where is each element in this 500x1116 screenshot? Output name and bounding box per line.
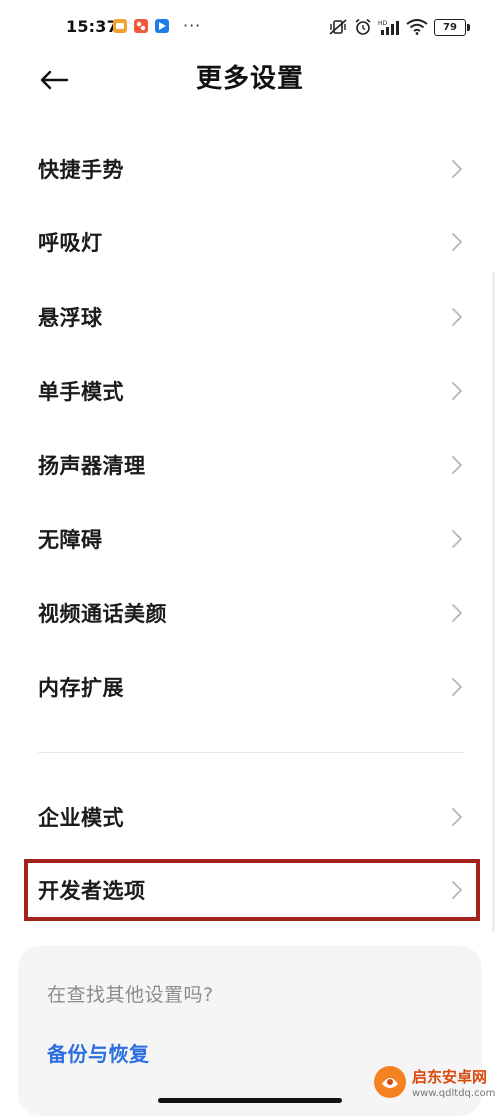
settings-item-label: 呼吸灯	[38, 231, 103, 255]
settings-item-label: 扬声器清理	[38, 454, 146, 478]
settings-item-video-call-beauty[interactable]: 视频通话美颜	[0, 578, 500, 648]
chevron-right-icon	[452, 678, 462, 696]
watermark-title: 启东安卓网	[412, 1068, 488, 1086]
chevron-right-icon	[452, 604, 462, 622]
chevron-right-icon	[452, 160, 462, 178]
page-title: 更多设置	[195, 64, 304, 94]
notification-app-icon	[155, 19, 169, 33]
chevron-right-icon	[452, 308, 462, 326]
battery-icon: 79	[434, 18, 470, 36]
notification-app-icon	[113, 19, 127, 33]
signal-icon: HD	[378, 20, 399, 35]
chevron-right-icon	[452, 456, 462, 474]
settings-item-label: 企业模式	[38, 806, 124, 830]
settings-item-memory-extension[interactable]: 内存扩展	[0, 652, 500, 722]
settings-item-label: 快捷手势	[38, 158, 124, 182]
settings-item-floating-ball[interactable]: 悬浮球	[0, 282, 500, 352]
watermark-url: www.qdltdq.com	[412, 1088, 496, 1099]
notification-app-icon	[134, 19, 148, 33]
settings-item-speaker-cleaning[interactable]: 扬声器清理	[0, 430, 500, 500]
status-bar: 15:37 ··· HD 79	[0, 0, 500, 56]
alarm-icon	[355, 18, 371, 35]
watermark: 启东安卓网 www.qdltdq.com	[372, 1062, 498, 1108]
settings-item-label: 内存扩展	[38, 676, 124, 700]
section-divider	[38, 752, 464, 753]
settings-item-label: 单手模式	[38, 380, 124, 404]
settings-item-accessibility[interactable]: 无障碍	[0, 504, 500, 574]
settings-item-quick-gestures[interactable]: 快捷手势	[0, 134, 500, 204]
chevron-right-icon	[452, 233, 462, 251]
svg-text:HD: HD	[378, 20, 388, 27]
home-indicator[interactable]	[158, 1098, 342, 1103]
settings-item-enterprise-mode[interactable]: 企业模式	[0, 782, 500, 852]
search-suggestion-hint: 在查找其他设置吗?	[47, 984, 214, 1006]
settings-item-breathing-light[interactable]: 呼吸灯	[0, 207, 500, 277]
chevron-right-icon	[452, 808, 462, 826]
more-notifications-icon: ···	[183, 16, 202, 35]
watermark-logo-icon	[374, 1066, 406, 1098]
highlight-annotation-box	[24, 859, 480, 921]
settings-item-label: 无障碍	[38, 528, 103, 552]
chevron-right-icon	[452, 382, 462, 400]
backup-restore-link[interactable]: 备份与恢复	[47, 1038, 150, 1067]
settings-item-label: 视频通话美颜	[38, 602, 167, 626]
scrollbar[interactable]	[492, 272, 495, 932]
settings-item-label: 悬浮球	[38, 306, 103, 330]
vibrate-mute-icon	[329, 19, 347, 35]
wifi-icon	[406, 19, 428, 35]
status-time: 15:37	[66, 17, 118, 36]
chevron-right-icon	[452, 530, 462, 548]
system-status-icons: HD 79	[328, 16, 470, 38]
settings-item-one-handed-mode[interactable]: 单手模式	[0, 356, 500, 426]
